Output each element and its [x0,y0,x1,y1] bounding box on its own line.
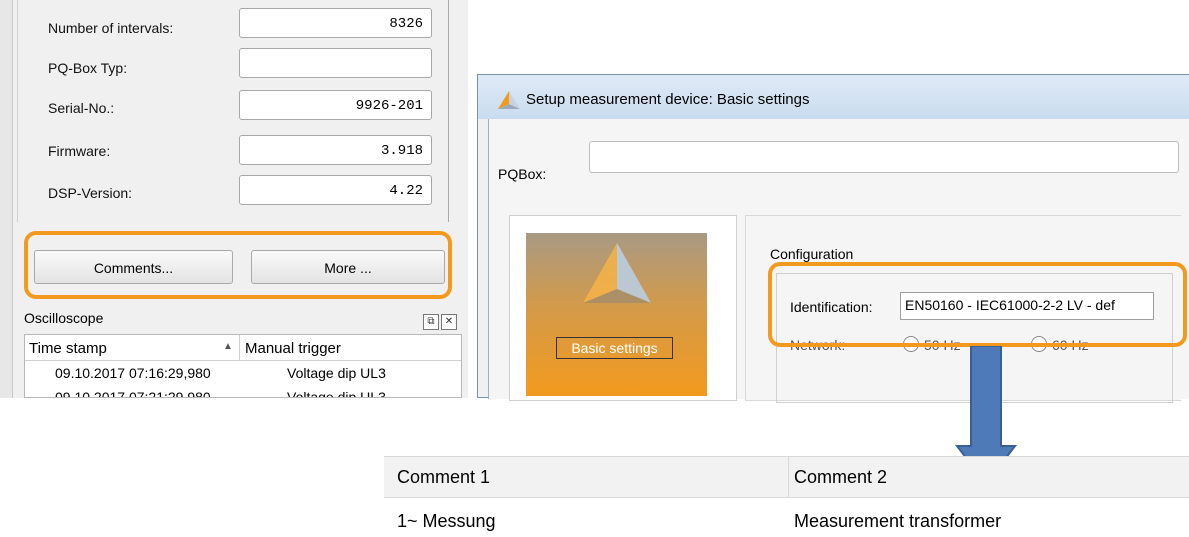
identification-highlight-frame [768,262,1187,347]
buttons-highlight-frame [24,231,452,299]
firmware-label: Firmware: [48,143,111,159]
table-row-comment-2[interactable]: Measurement transformer [794,511,1001,532]
oscilloscope-title: Oscilloscope [24,310,104,326]
float-icon[interactable]: ⧉ [423,314,439,330]
table-row-timestamp[interactable]: 09.10.2017 07:21:29,980 [55,389,211,397]
dialog-title-bar[interactable]: Setup measurement device: Basic settings [478,75,1189,119]
comment-table-header: Comment 1 Comment 2 [384,456,1189,498]
table-row-timestamp[interactable]: 09.10.2017 07:16:29,980 [55,365,211,381]
table-row-trigger[interactable]: Voltage dip UL3 [287,389,386,397]
pqbox-type-field[interactable] [239,48,432,78]
intervals-field[interactable]: 8326 [239,8,432,38]
nav-item-label: Basic settings [556,337,673,359]
column-header-manual-trigger[interactable]: Manual trigger [245,340,341,357]
column-header-timestamp[interactable]: Time stamp [29,340,107,357]
column-header-comment-2[interactable]: Comment 2 [794,467,887,488]
serial-label: Serial-No.: [48,100,115,116]
dialog-title: Setup measurement device: Basic settings [526,91,810,108]
close-icon[interactable]: ✕ [441,314,457,330]
column-divider [788,457,789,497]
configuration-title: Configuration [770,246,854,262]
column-divider [239,335,240,360]
serial-field[interactable]: 9926-201 [239,90,432,120]
intervals-label: Number of intervals: [48,20,174,36]
basic-settings-icon [583,243,651,303]
setup-dialog: Setup measurement device: Basic settings… [477,74,1189,403]
pqbox-field[interactable] [589,141,1179,173]
column-header-comment-1[interactable]: Comment 1 [397,467,490,488]
settings-nav-panel: Basic settings [509,215,737,401]
pqbox-label: PQBox: [498,166,547,182]
side-dock-strip [0,0,13,398]
app-logo-icon [498,91,520,109]
table-row-comment-1[interactable]: 1~ Messung [397,511,496,532]
oscilloscope-table: Time stamp ▲ Manual trigger 09.10.2017 0… [24,334,462,398]
oscilloscope-window-controls: ⧉ ✕ [423,311,461,330]
oscilloscope-table-header: Time stamp ▲ Manual trigger [25,335,461,361]
dsp-version-label: DSP-Version: [48,185,133,201]
comment-table: Comment 1 Comment 2 1~ Messung Measureme… [384,456,1189,537]
sort-ascending-icon: ▲ [223,341,233,352]
firmware-field[interactable]: 3.918 [239,135,432,165]
pqbox-type-label: PQ-Box Typ: [48,60,128,76]
nav-item-basic-settings[interactable]: Basic settings [526,233,707,396]
dsp-version-field[interactable]: 4.22 [239,175,432,205]
table-row-trigger[interactable]: Voltage dip UL3 [287,365,386,381]
